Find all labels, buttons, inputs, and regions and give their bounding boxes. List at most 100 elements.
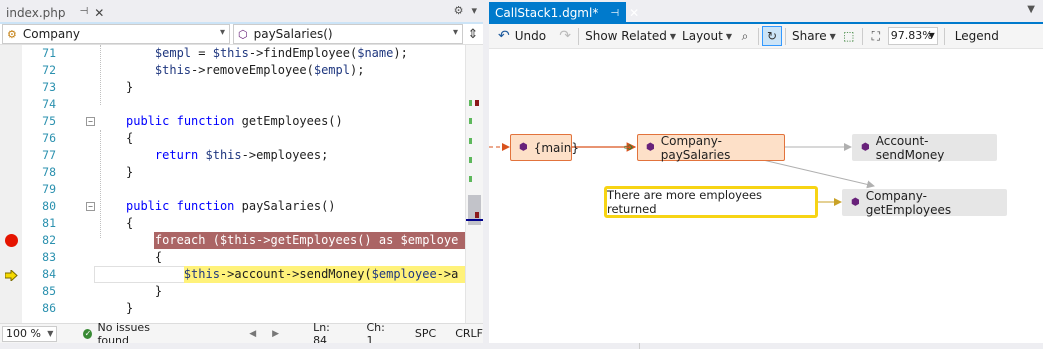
- code-line[interactable]: 71 $empl = $this->findEmployee($name);: [0, 45, 465, 62]
- line-number: 72: [42, 63, 56, 77]
- close-icon[interactable]: ✕: [629, 6, 639, 20]
- tab-callstack-dgml[interactable]: CallStack1.dgml* ⊣ ✕: [489, 2, 639, 24]
- class-dropdown[interactable]: ⚙ Company ▾: [2, 24, 230, 44]
- method-dropdown[interactable]: ⬡ paySalaries() ▾: [233, 24, 463, 44]
- tab-bar-actions: ⚙ ▾: [454, 4, 477, 17]
- diagram-pane: CallStack1.dgml* ⊣ ✕ ▼ ↶ Undo ↷ Show Rel…: [489, 0, 1043, 343]
- code-line[interactable]: 77 return $this->employees;: [0, 147, 465, 164]
- node-account-sendmoney[interactable]: ⬢ Account-sendMoney: [852, 133, 997, 162]
- share-button[interactable]: Share ▼: [789, 26, 839, 47]
- node-label: Account-sendMoney: [875, 133, 945, 162]
- cube-icon: ⬢: [519, 142, 528, 153]
- toolbar-separator: [578, 27, 580, 45]
- horizontal-scroll-track: [0, 343, 640, 349]
- line-number: 74: [42, 97, 56, 111]
- code-line[interactable]: 73}: [0, 79, 465, 96]
- collapse-region-icon[interactable]: −: [86, 202, 95, 211]
- layout-button[interactable]: Layout ▼: [679, 26, 735, 47]
- editor-status-bar: 100 % ▼ ✓ No issues found ◀ ▶ Ln: 84 Ch:…: [0, 321, 483, 347]
- line-number: 75: [42, 114, 56, 128]
- whitespace-indicator[interactable]: SPC: [415, 327, 436, 340]
- zoom-dropdown[interactable]: 100 % ▼: [2, 325, 58, 342]
- change-marker: [469, 118, 472, 124]
- code-text: public function getEmployees(): [126, 114, 343, 128]
- line-number: 79: [42, 182, 56, 196]
- code-text: {: [126, 250, 163, 264]
- code-line[interactable]: 78}: [0, 164, 465, 181]
- share-label: Share: [791, 29, 827, 43]
- redo-icon[interactable]: ↷: [555, 26, 575, 46]
- code-line[interactable]: 75 − public function getEmployees(): [0, 113, 465, 130]
- code-text: foreach ($this->getEmployees() as $emplo…: [126, 233, 459, 247]
- cube-icon: ⬢: [851, 197, 860, 208]
- code-line[interactable]: 86}: [0, 300, 465, 317]
- code-line[interactable]: 79: [0, 181, 465, 198]
- code-line[interactable]: 84 $this->account->sendMoney($employee->…: [0, 266, 465, 283]
- toolbar-separator: [784, 27, 786, 45]
- undo-button[interactable]: ↶ Undo: [495, 26, 549, 47]
- line-ending-indicator[interactable]: CRLF: [455, 327, 483, 340]
- code-line[interactable]: 81 {: [0, 215, 465, 232]
- chevron-down-icon: ▼: [829, 31, 836, 41]
- code-line[interactable]: 85 }: [0, 283, 465, 300]
- node-label: Company-paySalaries: [660, 133, 731, 162]
- tab-index-php[interactable]: index.php ⊣ ✕: [0, 2, 110, 24]
- line-number: 81: [42, 216, 56, 230]
- class-icon: ⚙: [7, 27, 17, 41]
- vertical-scrollbar[interactable]: [465, 45, 484, 323]
- breakpoint-icon[interactable]: [5, 234, 18, 247]
- line-number: 84: [42, 267, 56, 281]
- code-text: {: [126, 216, 134, 230]
- diagram-tab-bar: CallStack1.dgml* ⊣ ✕ ▼: [489, 0, 1043, 24]
- breakpoint-marker: [475, 212, 479, 218]
- node-main[interactable]: ⬢ {main}: [510, 134, 579, 161]
- comment-text: There are more employees returned: [607, 188, 763, 216]
- current-frame-arrow-icon: ➩: [624, 140, 635, 154]
- zoom-value: 100 %: [6, 326, 41, 340]
- code-line[interactable]: 83 {: [0, 249, 465, 266]
- close-icon[interactable]: ✕: [94, 6, 104, 20]
- code-line[interactable]: 74: [0, 96, 465, 113]
- pin-icon[interactable]: ⊣: [79, 6, 88, 20]
- class-dropdown-value: Company: [22, 27, 80, 41]
- code-area[interactable]: 71 $empl = $this->findEmployee($name); 72…: [0, 45, 483, 323]
- zoom-to-fit-icon[interactable]: ⛶: [866, 26, 886, 46]
- ide-window: index.php ⊣ ✕ ⚙ ▾ ⚙ Company ▾ ⬡ paySalar…: [0, 0, 1043, 349]
- chevron-down-icon: ▼: [47, 328, 54, 338]
- node-company-paysalaries[interactable]: ⬢ Company-paySalaries: [637, 133, 785, 162]
- code-line[interactable]: 72 $this->removeEmployee($empl);: [0, 62, 465, 79]
- line-number: 86: [42, 301, 56, 315]
- comment-callout[interactable]: There are more employees returned: [604, 186, 818, 218]
- tab-title: index.php: [6, 6, 66, 20]
- split-window-icon[interactable]: ⇕: [464, 24, 482, 44]
- legend-button[interactable]: Legend: [952, 26, 1002, 47]
- collapse-region-icon[interactable]: −: [86, 117, 95, 126]
- code-line[interactable]: 76 {: [0, 130, 465, 147]
- add-comment-icon[interactable]: ⬚: [839, 26, 859, 46]
- chevron-down-icon[interactable]: ▾: [471, 4, 477, 17]
- settings-icon[interactable]: ⚙: [454, 4, 464, 17]
- editor-tab-bar: index.php ⊣ ✕ ⚙ ▾: [0, 0, 483, 24]
- paysalaries-to-getemployees-edge: [762, 159, 875, 189]
- node-company-getemployees[interactable]: ⬢ Company-getEmployees: [842, 189, 1007, 217]
- pin-icon[interactable]: ⊣: [610, 8, 619, 19]
- change-marker: [469, 100, 472, 106]
- code-text: }: [126, 80, 134, 94]
- zoom-dropdown[interactable]: 97.83% ▼: [887, 27, 938, 45]
- line-number: 73: [42, 80, 56, 94]
- chevron-down-icon[interactable]: ▼: [1027, 4, 1035, 15]
- diagram-canvas[interactable]: ⬢ {main} ➩ ⬢ Company-paySalaries ⬢ Accou…: [489, 50, 1043, 343]
- sync-icon[interactable]: ↻: [761, 26, 782, 46]
- issue-navigation: ◀ ▶: [249, 329, 279, 339]
- bottom-strip: [0, 343, 1043, 349]
- find-icon[interactable]: ⌕: [735, 26, 755, 46]
- show-related-button[interactable]: Show Related ▼: [582, 26, 679, 47]
- previous-issue-icon[interactable]: ◀: [249, 329, 256, 339]
- next-issue-icon[interactable]: ▶: [272, 329, 279, 339]
- code-line[interactable]: 80 − public function paySalaries(): [0, 198, 465, 215]
- code-text: }: [126, 284, 163, 298]
- cube-icon: ⬢: [646, 142, 655, 153]
- toolbar-separator: [757, 27, 759, 45]
- code-line[interactable]: 82 foreach ($this->getEmployees() as $em…: [0, 232, 465, 249]
- toolbar-separator: [943, 27, 945, 45]
